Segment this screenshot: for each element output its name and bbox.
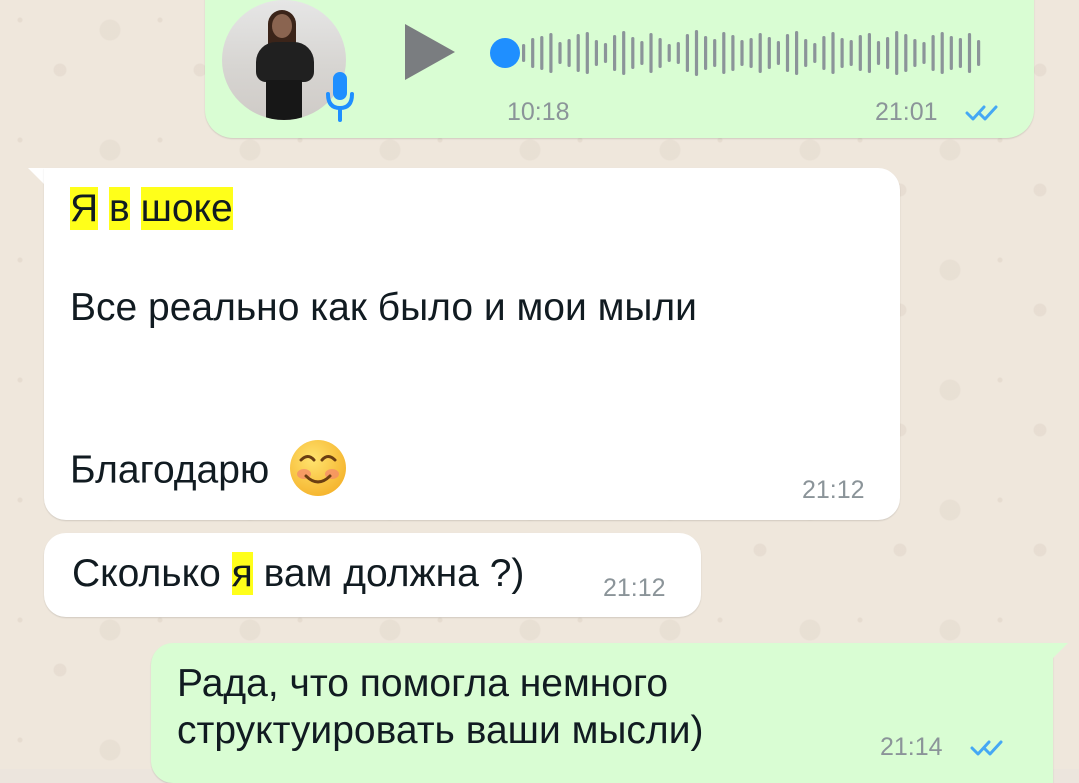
waveform-bar bbox=[522, 44, 526, 62]
waveform-bar bbox=[704, 36, 708, 70]
waveform-bar bbox=[785, 34, 790, 72]
waveform-bar bbox=[685, 34, 689, 72]
waveform-bar bbox=[531, 38, 535, 68]
waveform-bar bbox=[940, 32, 944, 74]
waveform-bar bbox=[922, 42, 926, 64]
avatar-torso bbox=[256, 42, 314, 82]
highlighted-word: в bbox=[109, 187, 130, 230]
highlighted-word: шоке bbox=[140, 187, 233, 230]
waveform-bar bbox=[658, 38, 662, 68]
message-line: Рада, что помогла немного bbox=[177, 662, 669, 705]
waveform-bar bbox=[622, 31, 626, 75]
highlighted-word: я bbox=[231, 552, 253, 595]
waveform-bar bbox=[567, 39, 571, 67]
waveform-bar bbox=[886, 37, 890, 69]
waveform-bar bbox=[804, 39, 808, 67]
waveform-bar bbox=[749, 38, 753, 68]
avatar-legs bbox=[266, 80, 302, 120]
read-ticks-icon bbox=[970, 740, 1003, 756]
waveform-bar bbox=[631, 37, 635, 69]
message-line: Благодарю bbox=[70, 440, 348, 502]
waveform[interactable] bbox=[522, 30, 995, 76]
message-time: 21:12 bbox=[802, 476, 865, 504]
waveform-bar bbox=[731, 35, 735, 71]
waveform-bar bbox=[876, 41, 881, 65]
microphone-icon bbox=[326, 72, 354, 122]
playback-position-dot[interactable] bbox=[490, 38, 520, 68]
message-text: Благодарю bbox=[70, 448, 270, 492]
message-line: структуировать ваши мысли) bbox=[177, 709, 704, 752]
waveform-bar bbox=[813, 43, 817, 63]
read-ticks-icon bbox=[965, 105, 998, 121]
message-line: Сколько я вам должна ?) bbox=[72, 551, 524, 598]
waveform-bar bbox=[913, 39, 917, 67]
waveform-bar bbox=[758, 33, 762, 73]
waveform-bar bbox=[694, 30, 699, 76]
waveform-bar bbox=[867, 33, 871, 73]
waveform-bar bbox=[713, 39, 717, 67]
message-text: Сколько bbox=[72, 552, 221, 595]
waveform-bar bbox=[822, 36, 826, 70]
waveform-bar bbox=[767, 37, 771, 69]
waveform-bar bbox=[977, 40, 981, 66]
waveform-bar bbox=[649, 33, 653, 73]
message-line: Я в шоке bbox=[70, 186, 233, 233]
waveform-bar bbox=[576, 34, 580, 72]
waveform-bar bbox=[549, 33, 553, 73]
waveform-bar bbox=[640, 41, 644, 65]
waveform-bar bbox=[585, 32, 589, 74]
avatar-face bbox=[272, 14, 292, 38]
waveform-bar bbox=[776, 41, 780, 65]
waveform-bar bbox=[740, 40, 744, 66]
message-text: вам должна ?) bbox=[263, 552, 525, 595]
waveform-bar bbox=[858, 35, 862, 71]
waveform-bar bbox=[676, 42, 680, 64]
waveform-bar bbox=[558, 42, 562, 64]
waveform-bar bbox=[958, 38, 962, 68]
message-time: 21:12 bbox=[603, 574, 666, 602]
waveform-bar bbox=[540, 36, 544, 70]
waveform-bar bbox=[594, 40, 598, 66]
play-icon[interactable] bbox=[405, 24, 455, 80]
voice-duration: 10:18 bbox=[507, 98, 570, 126]
waveform-bar bbox=[895, 31, 899, 75]
message-time: 21:14 bbox=[880, 733, 943, 761]
waveform-bar bbox=[795, 31, 799, 75]
waveform-bar bbox=[840, 38, 844, 68]
waveform-bar bbox=[603, 43, 608, 63]
waveform-bar bbox=[967, 33, 972, 73]
waveform-bar bbox=[949, 36, 953, 70]
highlighted-word: Я bbox=[70, 187, 99, 230]
waveform-bar bbox=[931, 35, 935, 71]
waveform-bar bbox=[667, 44, 671, 62]
waveform-bar bbox=[831, 32, 835, 74]
waveform-bar bbox=[613, 35, 617, 71]
message-line: Все реально как было и мои мыли bbox=[70, 286, 697, 329]
smiling-face-emoji bbox=[290, 440, 347, 496]
waveform-bar bbox=[849, 40, 853, 66]
voice-time: 21:01 bbox=[875, 98, 938, 126]
waveform-bar bbox=[722, 32, 726, 74]
waveform-bar bbox=[904, 34, 908, 72]
